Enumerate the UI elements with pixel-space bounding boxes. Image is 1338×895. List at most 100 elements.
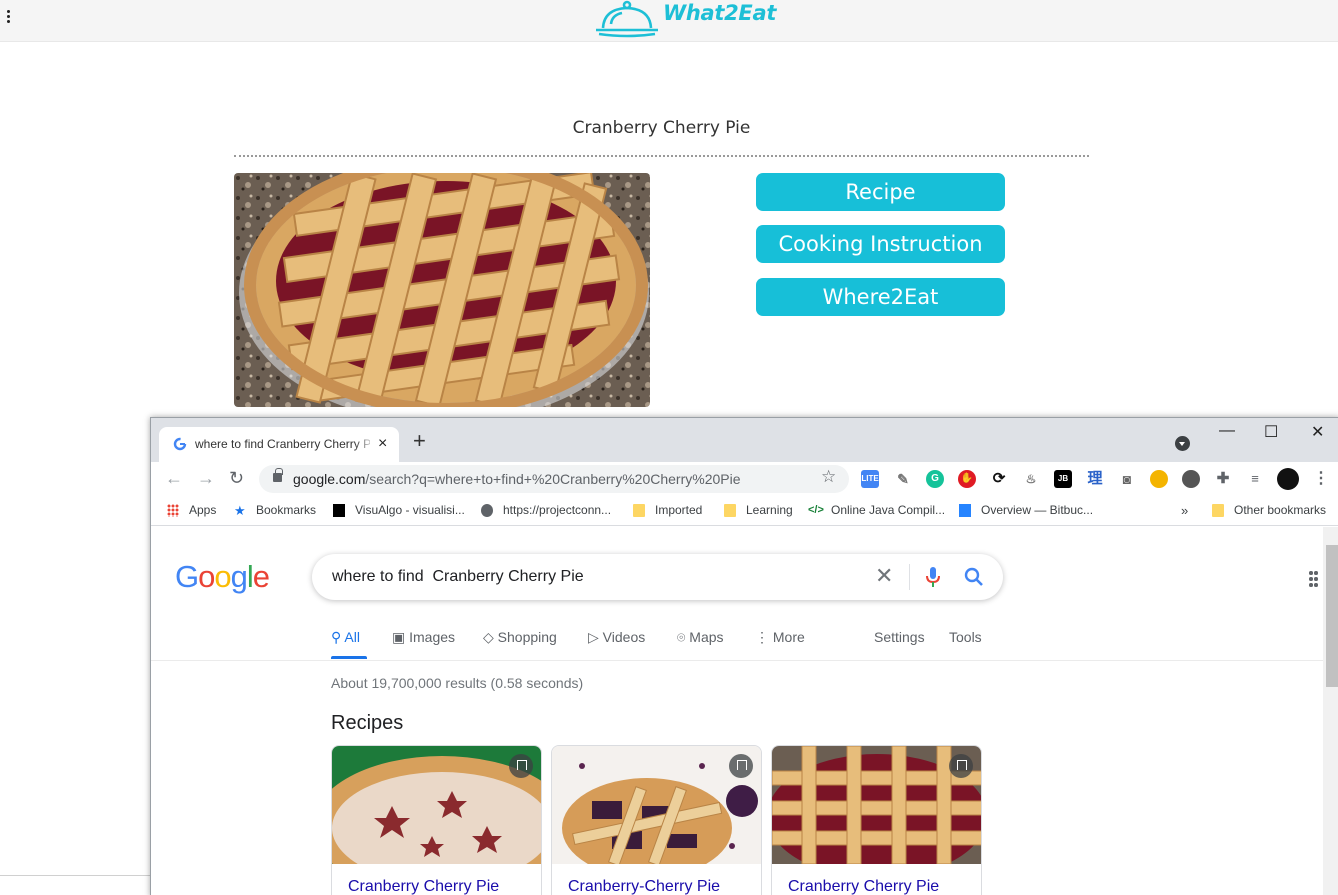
- new-tab-button[interactable]: +: [413, 430, 426, 452]
- media-icon[interactable]: ≡: [1246, 470, 1264, 488]
- bookmark-imported[interactable]: Imported: [655, 503, 702, 517]
- back-arrow-icon[interactable]: ←: [165, 468, 183, 488]
- folder-icon: [1212, 504, 1224, 517]
- google-results-page: Google where to find Cranberry Cherry Pi…: [151, 527, 1323, 895]
- divider: [234, 155, 1089, 157]
- scrollbar[interactable]: [1323, 527, 1338, 895]
- colorpick-icon[interactable]: [1150, 470, 1168, 488]
- bookmark-star-icon[interactable]: ☆: [821, 467, 836, 487]
- cooking-instruction-button[interactable]: Cooking Instruction: [756, 225, 1005, 263]
- google-search-box[interactable]: where to find Cranberry Cherry Pie ✕: [312, 554, 1003, 600]
- play-icon: ▷: [588, 629, 599, 645]
- reload-icon[interactable]: ↻: [229, 468, 244, 488]
- tab-title: where to find Cranberry Cherry Pie: [195, 437, 370, 451]
- tab-search-icon[interactable]: [1175, 436, 1190, 451]
- image-icon: ▣: [392, 629, 406, 645]
- grammarly-icon[interactable]: G: [926, 470, 944, 488]
- search-divider: [909, 564, 910, 590]
- dictionary-icon[interactable]: 理: [1086, 470, 1104, 488]
- scroll-thumb[interactable]: [1326, 545, 1338, 687]
- result-stats: About 19,700,000 results (0.58 seconds): [331, 675, 584, 691]
- tools-link[interactable]: Tools: [949, 629, 982, 645]
- lite-icon[interactable]: LITE: [861, 470, 879, 488]
- bookmark-java-compiler[interactable]: Online Java Compil...: [831, 503, 945, 517]
- profile-avatar[interactable]: [1277, 468, 1299, 490]
- tab-strip: where to find Cranberry Cherry Pie × + —…: [151, 418, 1338, 462]
- google-apps-icon[interactable]: [1309, 571, 1321, 587]
- address-bar[interactable]: google.com/search?q=where+to+find+%20Cra…: [259, 465, 849, 493]
- more-icon: ⋮: [755, 629, 769, 645]
- bookmark-projectconn[interactable]: https://projectconn...: [503, 503, 611, 517]
- bookmark-apps[interactable]: Apps: [189, 503, 216, 517]
- bitbucket-icon: [959, 504, 971, 517]
- minimize-button[interactable]: —: [1219, 422, 1235, 440]
- recipes-heading: Recipes: [331, 712, 404, 734]
- bookmark-bitbucket[interactable]: Overview — Bitbuc...: [981, 503, 1093, 517]
- folder-icon: [633, 504, 645, 517]
- adblock-icon[interactable]: ✋: [958, 470, 976, 488]
- dark-icon[interactable]: [1182, 470, 1200, 488]
- recipe-card-title[interactable]: Cranberry-Cherry Pie: [568, 878, 720, 895]
- brand-logo[interactable]: What2Eat: [594, 0, 777, 40]
- browser-tab[interactable]: where to find Cranberry Cherry Pie ×: [159, 427, 399, 462]
- forward-arrow-icon[interactable]: →: [197, 468, 215, 488]
- other-bookmarks[interactable]: Other bookmarks: [1234, 503, 1326, 517]
- tab-all[interactable]: ⚲ All: [331, 629, 360, 646]
- google-logo[interactable]: Google: [175, 559, 270, 595]
- apps-grid-icon: [167, 504, 179, 517]
- java-icon[interactable]: ♨: [1022, 470, 1040, 488]
- microphone-icon[interactable]: [925, 566, 941, 588]
- bookmark-visualgo[interactable]: VisuAlgo - visualisi...: [355, 503, 465, 517]
- search-input[interactable]: where to find Cranberry Cherry Pie: [332, 568, 584, 586]
- recipe-card[interactable]: Cranberry Cherry Pie: [771, 745, 982, 895]
- settings-link[interactable]: Settings: [874, 629, 925, 645]
- bookmark-bookmarks[interactable]: Bookmarks: [256, 503, 316, 517]
- sync-icon[interactable]: ⟳: [990, 470, 1008, 488]
- tab-close-icon[interactable]: ×: [378, 434, 387, 454]
- save-bookmark-icon[interactable]: [509, 754, 533, 778]
- recipe-card-title[interactable]: Cranberry Cherry Pie: [788, 878, 939, 895]
- tab-videos[interactable]: ▷ Videos: [588, 629, 645, 646]
- pin-icon: ⌾: [677, 629, 686, 645]
- maximize-button[interactable]: ☐: [1264, 422, 1278, 442]
- dish-title: Cranberry Cherry Pie: [572, 118, 751, 138]
- code-icon: </>: [808, 504, 824, 516]
- save-bookmark-icon[interactable]: [949, 754, 973, 778]
- bookmarks-bar: Apps ★ Bookmarks VisuAlgo - visualisi...…: [151, 496, 1338, 526]
- browser-window: where to find Cranberry Cherry Pie × + —…: [150, 417, 1338, 895]
- recipe-card[interactable]: Cranberry Cherry Pie: [331, 745, 542, 895]
- tag-icon: ◇: [483, 629, 494, 645]
- recipe-button[interactable]: Recipe: [756, 173, 1005, 211]
- clear-icon[interactable]: ✕: [875, 563, 893, 589]
- recipe-card-title[interactable]: Cranberry Cherry Pie: [348, 878, 499, 895]
- dish-photo: [234, 173, 650, 407]
- tab-fade: [354, 433, 376, 455]
- camera-icon[interactable]: ◙: [1118, 470, 1136, 488]
- search-icon: ⚲: [331, 629, 342, 645]
- puzzle-icon[interactable]: ✚: [1214, 470, 1232, 488]
- tab-images[interactable]: ▣ Images: [392, 629, 455, 646]
- globe-icon: [481, 504, 493, 517]
- bookmark-learning[interactable]: Learning: [746, 503, 793, 517]
- browser-toolbar: ← → ↻ google.com/search?q=where+to+find+…: [151, 462, 1338, 496]
- active-tab-indicator: [331, 656, 367, 659]
- tab-maps[interactable]: ⌾ Maps: [677, 629, 724, 646]
- grammar-icon[interactable]: ✎: [894, 470, 912, 488]
- close-window-button[interactable]: ✕: [1311, 422, 1324, 442]
- tab-shopping[interactable]: ◇ Shopping: [483, 629, 557, 646]
- divider: [0, 875, 150, 876]
- menu-kebab-icon[interactable]: [4, 8, 12, 28]
- search-icon[interactable]: [964, 567, 984, 587]
- save-bookmark-icon[interactable]: [729, 754, 753, 778]
- where2eat-button[interactable]: Where2Eat: [756, 278, 1005, 316]
- url-text: google.com/search?q=where+to+find+%20Cra…: [293, 471, 741, 487]
- jetbrains-icon[interactable]: JB: [1054, 470, 1072, 488]
- recipe-card[interactable]: Cranberry-Cherry Pie: [551, 745, 762, 895]
- tab-more[interactable]: ⋮ More: [755, 629, 805, 646]
- brand-name: What2Eat: [663, 1, 777, 25]
- cloche-icon: [596, 0, 658, 38]
- more-icon[interactable]: ⋮: [1312, 470, 1330, 488]
- bookmarks-overflow-icon[interactable]: »: [1181, 503, 1188, 518]
- app-header: What2Eat: [0, 0, 1338, 42]
- lock-icon: [273, 468, 283, 482]
